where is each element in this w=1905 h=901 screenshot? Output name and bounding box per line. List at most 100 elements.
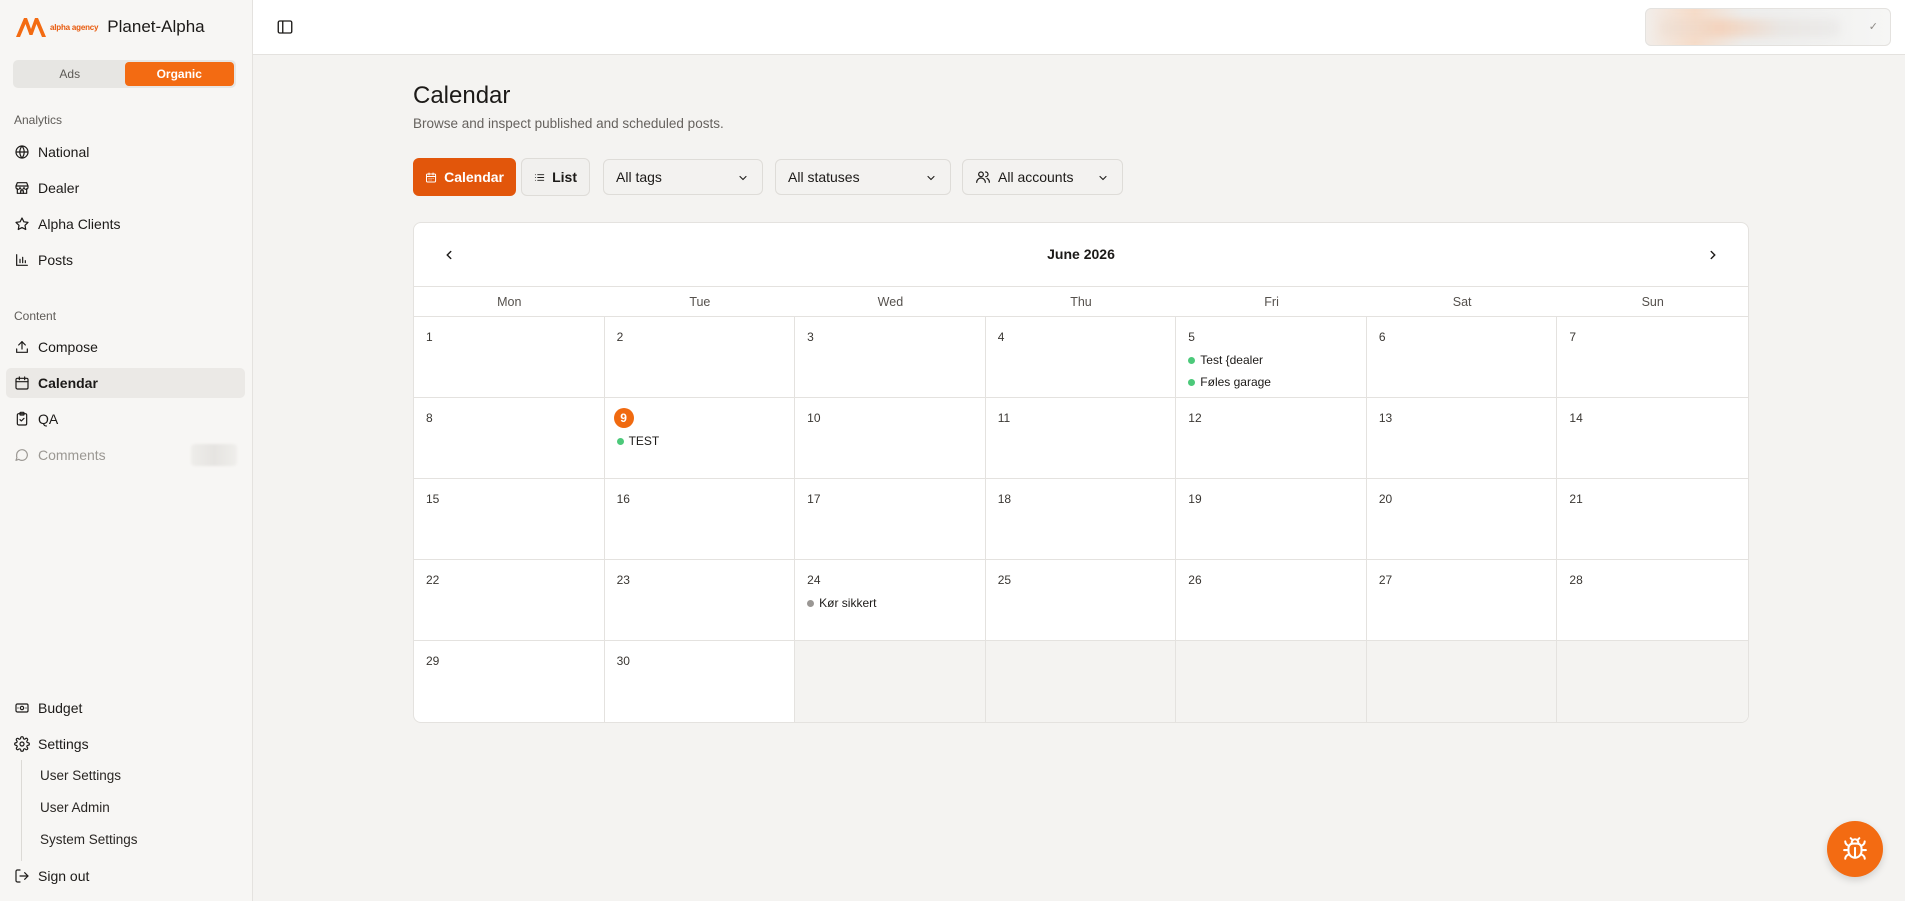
bug-report-button[interactable]	[1827, 821, 1883, 877]
sidebar-item-label: Settings	[38, 736, 89, 752]
check-icon: ✓	[1868, 21, 1878, 33]
calendar-day-cell[interactable]: 22	[414, 560, 605, 641]
store-icon	[15, 182, 29, 194]
day-number: 29	[426, 654, 440, 668]
calendar-empty-cell	[1366, 641, 1558, 722]
sidebar-item-user-settings[interactable]: User Settings	[40, 768, 121, 783]
settings-submenu: User Settings User Admin System Settings	[21, 760, 241, 861]
sidebar-item-compose[interactable]: Compose	[6, 332, 245, 362]
day-number: 3	[807, 330, 814, 344]
list-view-button[interactable]: List	[521, 158, 590, 196]
day-number: 19	[1188, 492, 1202, 506]
gear-icon	[14, 736, 30, 752]
chevron-down-icon	[1099, 175, 1107, 181]
calendar-day-cell[interactable]: 12	[1176, 398, 1367, 479]
calendar-empty-cell	[1557, 641, 1748, 722]
calendar-day-cell[interactable]: 4	[985, 317, 1177, 398]
bug-icon	[1843, 837, 1867, 860]
day-number: 6	[1378, 330, 1386, 344]
accounts-filter-select[interactable]: All accounts	[962, 159, 1123, 195]
weekday-label: Mon	[497, 294, 522, 309]
day-number: 2	[616, 330, 624, 344]
upload-icon	[16, 341, 28, 353]
calendar-day-cell[interactable]: 30	[605, 641, 796, 722]
brand[interactable]: alpha agency Planet-Alpha	[14, 14, 205, 40]
calendar-day-cell[interactable]: 1	[414, 317, 605, 398]
day-number: 26	[1188, 573, 1202, 587]
calendar-day-cell[interactable]: 29	[414, 641, 605, 722]
weekday-label: Tue	[689, 294, 711, 309]
day-number: 7	[1569, 330, 1577, 344]
content-section-label: Content	[14, 309, 57, 323]
tags-filter-value: All tags	[616, 169, 662, 185]
day-number: 25	[997, 573, 1012, 587]
banknote-icon	[15, 703, 29, 713]
sidebar-item-qa[interactable]: QA	[6, 404, 245, 434]
weekday-header: Mon Tue Wed Thu Fri Sat Sun	[414, 287, 1748, 317]
analytics-section-label: Analytics	[14, 113, 63, 127]
calendar-day-cell[interactable]: 24 Kør sikkert	[795, 560, 986, 641]
calendar-day-cell[interactable]: 28	[1557, 560, 1748, 641]
calendar-day-cell[interactable]: 6	[1366, 317, 1558, 398]
calendar-day-cell[interactable]: 20	[1366, 479, 1558, 560]
calendar-day-cell[interactable]: 21	[1557, 479, 1748, 560]
sidebar-item-dealer[interactable]: Dealer	[6, 173, 245, 203]
calendar-day-cell[interactable]: 2	[604, 317, 796, 398]
weekday-label: Wed	[877, 294, 904, 309]
list-view-label: List	[552, 169, 577, 185]
calendar-day-cell[interactable]: 25	[985, 560, 1177, 641]
calendar-day-cell[interactable]: 15	[414, 479, 605, 560]
sidebar-item-posts[interactable]: Posts	[6, 245, 245, 275]
calendar-day-cell[interactable]: 26	[1176, 560, 1367, 641]
sidebar-item-label: Alpha Clients	[38, 216, 121, 232]
calendar-event[interactable]: Kør sikkert	[807, 594, 975, 612]
chevron-down-icon	[927, 175, 935, 181]
calendar-day-cell[interactable]: 5 Test {dealer Føles garage	[1176, 317, 1367, 398]
calendar-empty-cell	[1176, 641, 1367, 722]
calendar-day-cell[interactable]: 10	[795, 398, 986, 479]
mode-ads-button[interactable]: Ads	[15, 62, 125, 86]
sidebar-item-national[interactable]: National	[6, 137, 245, 167]
calendar-day-cell[interactable]: 11	[985, 398, 1177, 479]
sidebar-item-label: Compose	[38, 339, 98, 355]
sidebar-toggle-icon[interactable]	[276, 18, 294, 36]
calendar-day-cell[interactable]: 17	[795, 479, 986, 560]
calendar-day-cell[interactable]: 9 TEST	[604, 398, 796, 479]
calendar-day-cell[interactable]: 23	[604, 560, 796, 641]
sidebar-item-budget[interactable]: Budget	[6, 693, 245, 723]
sidebar-item-calendar[interactable]: Calendar	[6, 368, 245, 398]
calendar-day-cell[interactable]: 27	[1366, 560, 1558, 641]
calendar-day-cell[interactable]: 18	[985, 479, 1177, 560]
sidebar-item-settings[interactable]: Settings	[6, 729, 245, 759]
page-title: Calendar	[413, 82, 511, 109]
next-month-button[interactable]	[1703, 245, 1723, 265]
status-filter-select[interactable]: All statuses	[775, 159, 951, 195]
page-subtitle: Browse and inspect published and schedul…	[413, 116, 724, 131]
calendar-widget: June 2026 Mon Tue Wed Thu Fri Sat Sun 1 2 3 4 5 Tes…	[413, 222, 1749, 723]
calendar-event[interactable]: Føles garage	[1188, 373, 1356, 391]
tags-filter-select[interactable]: All tags	[603, 159, 763, 195]
calendar-day-cell[interactable]: 8	[414, 398, 605, 479]
sidebar-item-sign-out[interactable]: Sign out	[6, 861, 245, 891]
calendar-day-cell[interactable]: 19	[1176, 479, 1367, 560]
sidebar-item-system-settings[interactable]: System Settings	[40, 832, 138, 847]
sidebar-item-user-admin[interactable]: User Admin	[40, 800, 110, 815]
calendar-icon	[426, 171, 437, 183]
sidebar-item-label: National	[38, 144, 90, 160]
mode-organic-button[interactable]: Organic	[124, 62, 234, 86]
sidebar-item-comments[interactable]: Comments	[6, 440, 245, 470]
account-selector[interactable]: ✓	[1645, 8, 1891, 46]
calendar-day-cell[interactable]: 16	[604, 479, 796, 560]
calendar-day-cell[interactable]: 13	[1366, 398, 1558, 479]
calendar-event[interactable]: Test {dealer	[1188, 351, 1356, 369]
calendar-day-cell[interactable]: 7	[1557, 317, 1748, 398]
calendar-event[interactable]: TEST	[616, 432, 785, 450]
status-dot	[1188, 378, 1196, 386]
calendar-day-cell[interactable]: 14	[1557, 398, 1748, 479]
today-day-number: 9	[613, 408, 634, 428]
calendar-view-button[interactable]: Calendar	[413, 158, 516, 196]
sidebar-item-alpha-clients[interactable]: Alpha Clients	[6, 209, 245, 239]
day-number: 20	[1378, 492, 1393, 506]
calendar-day-cell[interactable]: 3	[795, 317, 986, 398]
list-icon	[534, 173, 545, 181]
